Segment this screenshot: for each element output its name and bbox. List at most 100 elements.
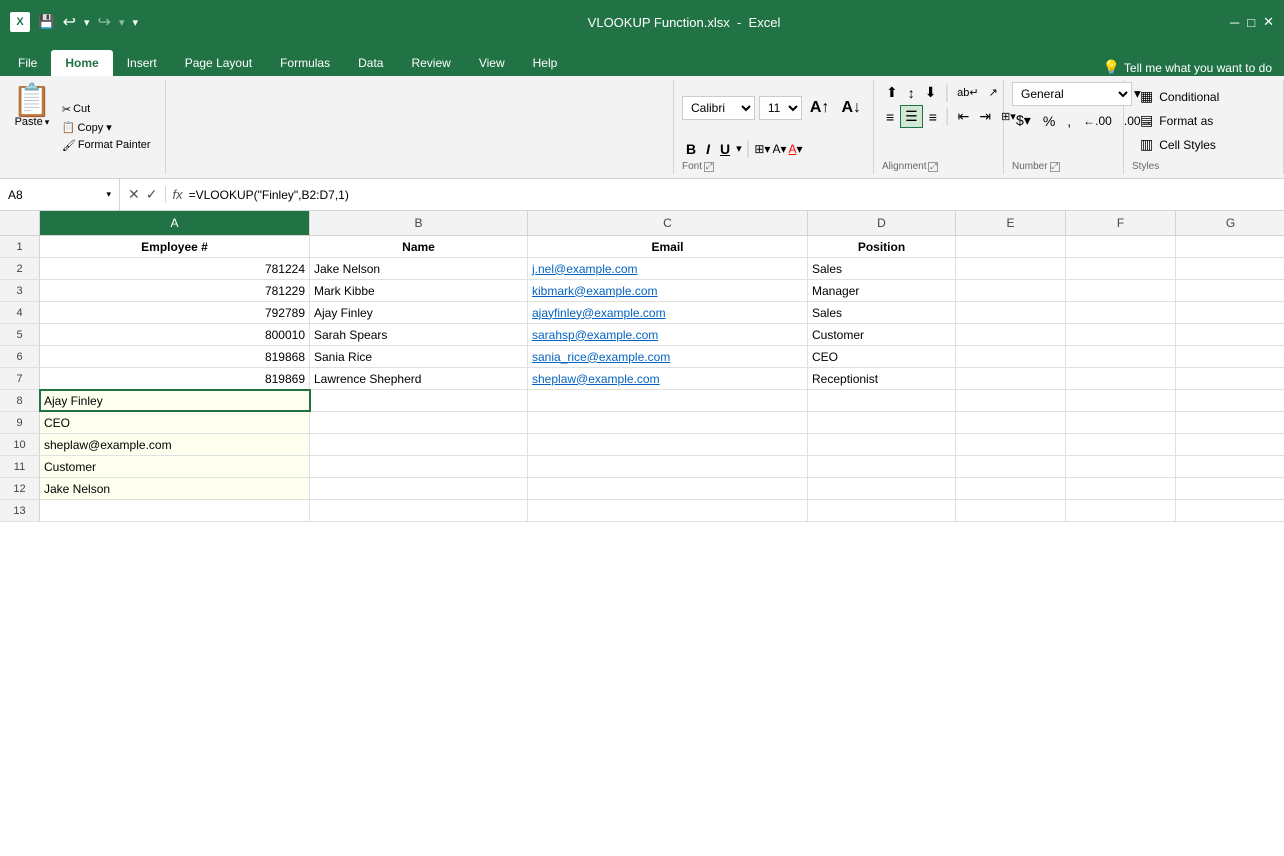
row-header-3[interactable]: 3 <box>0 280 40 301</box>
cell-E10[interactable] <box>956 434 1066 455</box>
orientation-button[interactable]: ↗ <box>985 82 1002 103</box>
tell-me-box[interactable]: 💡 Tell me what you want to do <box>1090 59 1284 76</box>
tab-review[interactable]: Review <box>397 50 464 76</box>
font-size-select[interactable]: 11 <box>759 96 802 120</box>
cell-D5[interactable]: Customer <box>808 324 956 345</box>
row-header-6[interactable]: 6 <box>0 346 40 367</box>
tab-file[interactable]: File <box>4 50 51 76</box>
cell-C4[interactable]: ajayfinley@example.com <box>528 302 808 323</box>
cell-B10[interactable] <box>310 434 528 455</box>
cell-G8[interactable] <box>1176 390 1284 411</box>
col-header-g[interactable]: G <box>1176 211 1284 235</box>
close-button[interactable]: ✕ <box>1263 14 1274 30</box>
cell-D11[interactable] <box>808 456 956 477</box>
cell-F10[interactable] <box>1066 434 1176 455</box>
cell-B11[interactable] <box>310 456 528 477</box>
undo-button[interactable]: ↩ <box>63 12 76 32</box>
cell-E6[interactable] <box>956 346 1066 367</box>
italic-button[interactable]: I <box>702 140 714 158</box>
row-header-9[interactable]: 9 <box>0 412 40 433</box>
cell-B6[interactable]: Sania Rice <box>310 346 528 367</box>
cell-E8[interactable] <box>956 390 1066 411</box>
currency-button[interactable]: $▾ <box>1012 110 1035 131</box>
cell-D13[interactable] <box>808 500 956 521</box>
tab-formulas[interactable]: Formulas <box>266 50 344 76</box>
redo-dropdown[interactable]: ▾ <box>119 16 125 29</box>
confirm-formula-button[interactable]: ✓ <box>146 186 158 203</box>
cell-A13[interactable] <box>40 500 310 521</box>
cell-A4[interactable]: 792789 <box>40 302 310 323</box>
save-button[interactable]: 💾 <box>38 14 55 30</box>
cell-G5[interactable] <box>1176 324 1284 345</box>
cell-B3[interactable]: Mark Kibbe <box>310 280 528 301</box>
cell-B9[interactable] <box>310 412 528 433</box>
cut-button[interactable]: ✂ Cut <box>58 102 155 117</box>
cell-G11[interactable] <box>1176 456 1284 477</box>
cell-B12[interactable] <box>310 478 528 499</box>
cell-E4[interactable] <box>956 302 1066 323</box>
cell-G7[interactable] <box>1176 368 1284 389</box>
col-header-a[interactable]: A <box>40 211 310 235</box>
align-left-button[interactable]: ≡ <box>882 105 898 128</box>
cell-D10[interactable] <box>808 434 956 455</box>
tab-help[interactable]: Help <box>519 50 572 76</box>
number-format-select[interactable]: General <box>1012 82 1132 106</box>
cell-E5[interactable] <box>956 324 1066 345</box>
cell-E1[interactable] <box>956 236 1066 257</box>
wrap-text-button[interactable]: ab↵ <box>953 82 982 103</box>
cell-C8[interactable] <box>528 390 808 411</box>
underline-dropdown[interactable]: ▾ <box>736 142 742 155</box>
font-expand-icon[interactable]: ⤢ <box>704 162 714 172</box>
cell-A6[interactable]: 819868 <box>40 346 310 367</box>
cell-G9[interactable] <box>1176 412 1284 433</box>
increase-font-button[interactable]: A↑ <box>806 98 834 118</box>
decrease-indent-button[interactable]: ⇤ <box>954 105 974 128</box>
cell-F11[interactable] <box>1066 456 1176 477</box>
tab-data[interactable]: Data <box>344 50 397 76</box>
cell-styles-button[interactable]: ▥ Cell Styles <box>1132 134 1227 155</box>
cancel-formula-button[interactable]: ✕ <box>128 186 140 203</box>
tab-view[interactable]: View <box>465 50 519 76</box>
formula-input[interactable] <box>189 188 1284 202</box>
cell-A10[interactable]: sheplaw@example.com <box>40 434 310 455</box>
cell-C3[interactable]: kibmark@example.com <box>528 280 808 301</box>
cell-C2[interactable]: j.nel@example.com <box>528 258 808 279</box>
cell-D8[interactable] <box>808 390 956 411</box>
col-header-d[interactable]: D <box>808 211 956 235</box>
cell-G10[interactable] <box>1176 434 1284 455</box>
cell-G12[interactable] <box>1176 478 1284 499</box>
cell-D9[interactable] <box>808 412 956 433</box>
align-middle-button[interactable]: ↕ <box>904 82 919 103</box>
cell-E13[interactable] <box>956 500 1066 521</box>
row-header-2[interactable]: 2 <box>0 258 40 279</box>
row-header-5[interactable]: 5 <box>0 324 40 345</box>
row-header-4[interactable]: 4 <box>0 302 40 323</box>
cell-F9[interactable] <box>1066 412 1176 433</box>
cell-C12[interactable] <box>528 478 808 499</box>
cell-D6[interactable]: CEO <box>808 346 956 367</box>
cell-B5[interactable]: Sarah Spears <box>310 324 528 345</box>
font-color-button[interactable]: A▾ <box>788 142 802 156</box>
row-header-12[interactable]: 12 <box>0 478 40 499</box>
cell-A1[interactable]: Employee # <box>40 236 310 257</box>
cell-G6[interactable] <box>1176 346 1284 367</box>
row-header-11[interactable]: 11 <box>0 456 40 477</box>
cell-A7[interactable]: 819869 <box>40 368 310 389</box>
col-header-c[interactable]: C <box>528 211 808 235</box>
tab-insert[interactable]: Insert <box>113 50 171 76</box>
col-header-e[interactable]: E <box>956 211 1066 235</box>
tab-home[interactable]: Home <box>51 50 112 76</box>
col-header-f[interactable]: F <box>1066 211 1176 235</box>
comma-button[interactable]: , <box>1063 111 1075 131</box>
cell-C11[interactable] <box>528 456 808 477</box>
cell-F13[interactable] <box>1066 500 1176 521</box>
maximize-button[interactable]: □ <box>1247 15 1255 30</box>
align-top-button[interactable]: ⬆ <box>882 82 902 103</box>
cell-D4[interactable]: Sales <box>808 302 956 323</box>
undo-dropdown[interactable]: ▾ <box>84 16 90 29</box>
cell-F7[interactable] <box>1066 368 1176 389</box>
cell-G13[interactable] <box>1176 500 1284 521</box>
fill-color-button[interactable]: A▾ <box>772 142 786 156</box>
copy-button[interactable]: 📋 Copy ▾ <box>58 120 155 135</box>
cell-A11[interactable]: Customer <box>40 456 310 477</box>
